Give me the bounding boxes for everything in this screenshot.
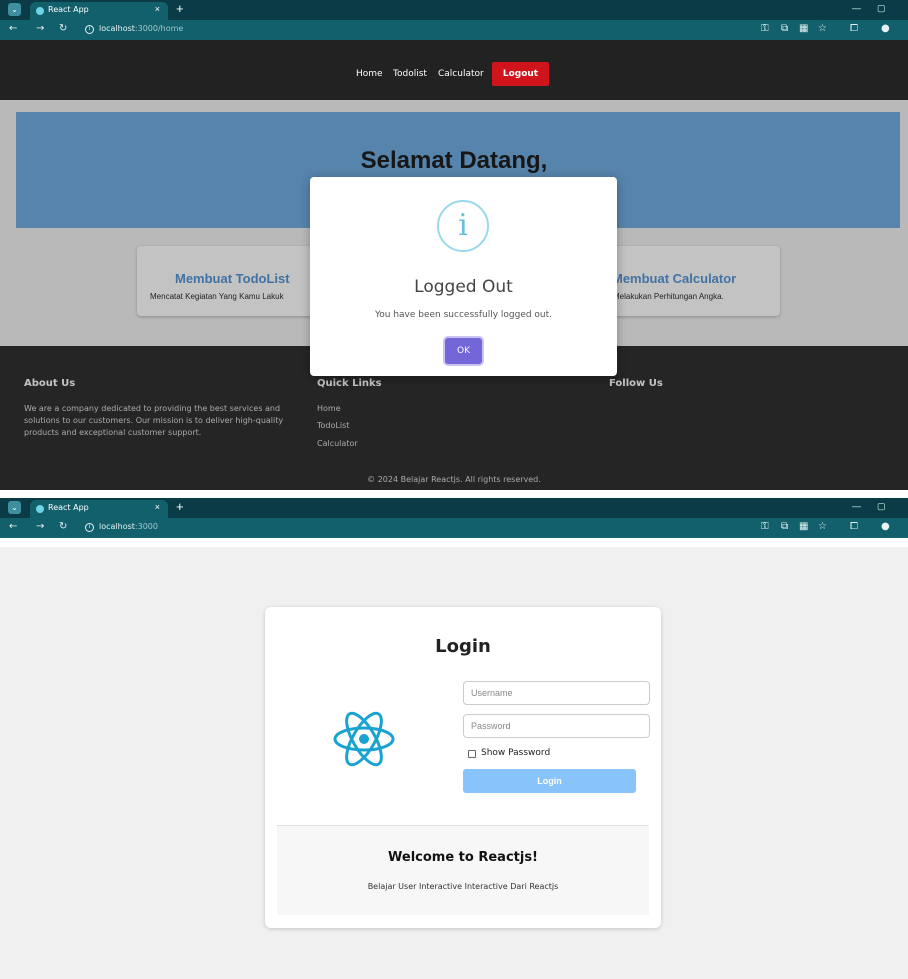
maximize-icon[interactable]: ▢ — [877, 3, 886, 14]
forward-icon[interactable]: → — [36, 23, 44, 34]
welcome-title: Welcome to Reactjs! — [388, 850, 538, 865]
dialog-message: You have been successfully logged out. — [374, 310, 553, 320]
password-input[interactable]: Password — [463, 714, 650, 738]
bookmark-star-icon[interactable]: ☆ — [818, 521, 827, 532]
translate-icon[interactable]: ▦ — [799, 521, 808, 532]
profile-icon[interactable]: ● — [881, 23, 890, 34]
tab-title: React App — [48, 5, 89, 14]
bookmark-star-icon[interactable]: ☆ — [818, 23, 827, 34]
info-icon: i — [437, 200, 489, 252]
nav-todolist-link[interactable]: Todolist — [393, 69, 427, 79]
browser-tabbar: ⌄ React App × + — ▢ — [0, 0, 908, 20]
login-card: Login Username Password Show Password Lo… — [265, 607, 661, 928]
site-info-icon[interactable]: i — [85, 25, 94, 34]
username-input[interactable]: Username — [463, 681, 650, 705]
forward-icon[interactable]: → — [36, 521, 44, 532]
browser-address-bar: ← → ↻ i localhost:3000/home ⚿ ⧉ ▦ ☆ ⧠ ● — [0, 20, 908, 40]
back-icon[interactable]: ← — [9, 521, 17, 532]
welcome-subtitle: Belajar User Interactive Interactive Dar… — [367, 882, 559, 891]
browser-tab[interactable]: React App × — [30, 500, 168, 518]
url-host: localhost — [99, 522, 135, 531]
nav-calculator-link[interactable]: Calculator — [438, 69, 484, 79]
browser-address-bar-2: ← → ↻ i localhost:3000 ⚿ ⧉ ▦ ☆ ⧠ ● — [0, 518, 908, 538]
tab-search-chevron-icon[interactable]: ⌄ — [8, 3, 21, 16]
reload-icon[interactable]: ↻ — [59, 521, 67, 532]
tab-title: React App — [48, 503, 89, 512]
url-host: localhost — [99, 24, 135, 33]
tab-search-chevron-icon[interactable]: ⌄ — [8, 501, 21, 514]
translate-icon[interactable]: ▦ — [799, 23, 808, 34]
login-button[interactable]: Login — [463, 769, 636, 793]
url-path: :3000 — [134, 522, 158, 531]
reload-icon[interactable]: ↻ — [59, 23, 67, 34]
maximize-icon[interactable]: ▢ — [877, 501, 886, 512]
site-info-icon[interactable]: i — [85, 523, 94, 532]
extensions-icon[interactable]: ⧠ — [850, 23, 858, 34]
show-password-checkbox[interactable] — [468, 750, 476, 758]
tab-close-icon[interactable]: × — [155, 502, 160, 512]
favicon-icon — [36, 505, 44, 513]
url-path: :3000/home — [134, 24, 184, 33]
login-title: Login — [435, 636, 491, 657]
browser-tabbar-2: ⌄ React App × + — ▢ — [0, 498, 908, 518]
browser-tab[interactable]: React App × — [30, 2, 168, 20]
site-navbar: Home Todolist Calculator Logout — [0, 40, 908, 100]
new-tab-icon[interactable]: + — [176, 1, 184, 16]
ok-button[interactable]: OK — [445, 338, 482, 364]
dialog-title: Logged Out — [414, 277, 513, 297]
url-field[interactable]: localhost:3000 — [99, 522, 158, 531]
password-key-icon[interactable]: ⚿ — [761, 521, 769, 532]
minimize-icon[interactable]: — — [852, 3, 861, 13]
cast-icon[interactable]: ⧉ — [781, 521, 788, 532]
tab-close-icon[interactable]: × — [155, 4, 160, 14]
logout-button[interactable]: Logout — [492, 62, 549, 86]
back-icon[interactable]: ← — [9, 23, 17, 34]
url-field[interactable]: localhost:3000/home — [99, 24, 183, 33]
extensions-icon[interactable]: ⧠ — [850, 521, 858, 532]
favicon-icon — [36, 7, 44, 15]
show-password-label[interactable]: Show Password — [481, 748, 550, 758]
welcome-box: Welcome to Reactjs! Belajar User Interac… — [277, 826, 649, 915]
minimize-icon[interactable]: — — [852, 501, 861, 511]
react-logo-icon — [333, 711, 395, 767]
new-tab-icon[interactable]: + — [176, 499, 184, 514]
password-key-icon[interactable]: ⚿ — [761, 23, 769, 34]
logged-out-dialog: i Logged Out You have been successfully … — [310, 177, 617, 376]
cast-icon[interactable]: ⧉ — [781, 23, 788, 34]
profile-icon[interactable]: ● — [881, 521, 890, 532]
nav-home-link[interactable]: Home — [356, 69, 383, 79]
